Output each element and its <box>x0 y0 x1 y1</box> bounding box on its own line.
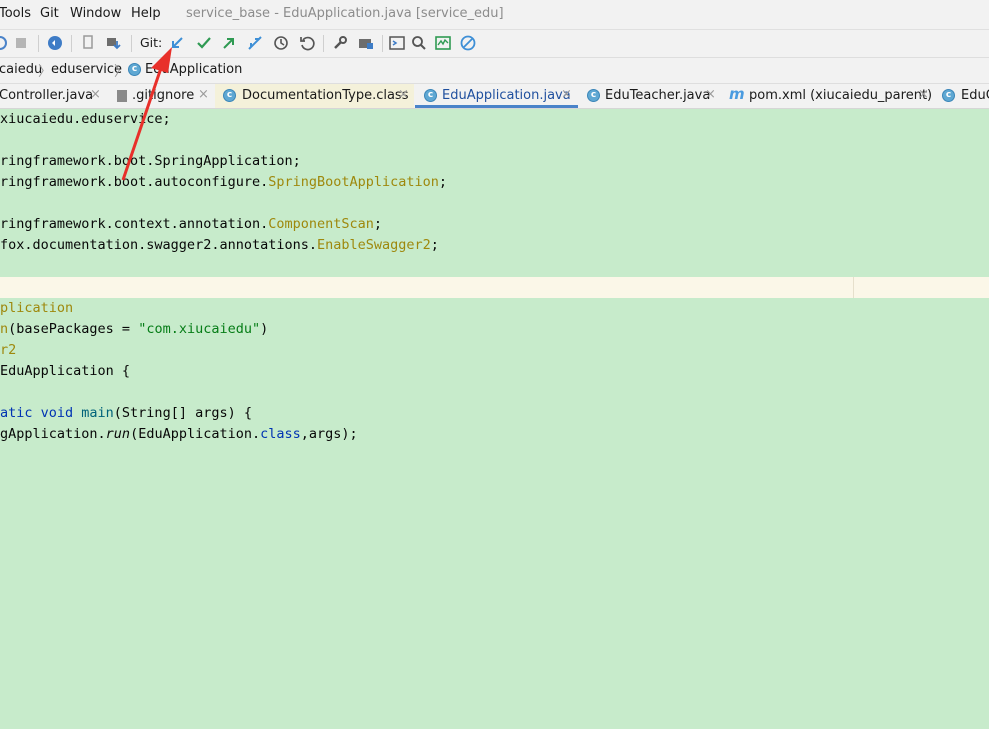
tab-label: EduTeacher.java <box>605 88 711 103</box>
code-line: fox.documentation.swagger2.annotations.E… <box>0 237 439 253</box>
deploy-icon[interactable] <box>104 33 124 53</box>
breadcrumb-item[interactable]: eduservice <box>51 62 122 77</box>
main-toolbar: Git: <box>0 30 989 58</box>
wrench-icon[interactable] <box>330 33 350 53</box>
tab-label: EduC <box>961 88 989 103</box>
breadcrumb: caiedu 〉 eduservice 〉 c EduApplication <box>0 58 989 84</box>
coverage-icon[interactable] <box>45 33 65 53</box>
maven-icon: m <box>729 85 745 103</box>
file-icon <box>117 90 127 102</box>
git-update-icon[interactable] <box>167 33 187 53</box>
close-icon[interactable]: × <box>705 87 716 102</box>
toolbar-separator <box>323 35 324 52</box>
menu-help[interactable]: Help <box>131 6 161 21</box>
toolbar-separator <box>131 35 132 52</box>
close-icon[interactable]: × <box>918 87 929 102</box>
code-line: plication <box>0 300 74 316</box>
history-icon[interactable] <box>271 33 291 53</box>
code-line: n(basePackages = "com.xiucaiedu") <box>0 321 269 337</box>
code-line: atic void main(String[] args) { <box>0 405 252 421</box>
menu-tools[interactable]: Tools <box>0 6 31 21</box>
toolbar-separator <box>71 35 72 52</box>
close-icon[interactable]: × <box>561 87 572 102</box>
run-icon[interactable] <box>0 33 10 53</box>
editor-tabs: Controller.java × .gitignore × c Documen… <box>0 84 989 109</box>
window-title: service_base - EduApplication.java [serv… <box>186 6 504 21</box>
search-icon[interactable] <box>409 33 429 53</box>
git-commit-icon[interactable] <box>194 33 214 53</box>
tab-eduteacher[interactable]: c EduTeacher.java × <box>579 84 719 108</box>
code-line: ringframework.boot.SpringApplication; <box>0 153 301 169</box>
menu-window[interactable]: Window <box>70 6 121 21</box>
project-structure-icon[interactable] <box>356 33 376 53</box>
tab-label: pom.xml (xiucaiedu_parent) <box>749 88 933 103</box>
tab-pom-xml[interactable]: m pom.xml (xiucaiedu_parent) × <box>720 84 933 108</box>
tab-label: DocumentationType.class <box>242 88 409 103</box>
code-line: gApplication.run(EduApplication.class,ar… <box>0 426 358 442</box>
class-icon: c <box>128 63 141 76</box>
git-label: Git: <box>140 35 163 50</box>
stop-icon[interactable] <box>11 33 31 53</box>
no-entry-icon[interactable] <box>458 33 478 53</box>
chevron-right-icon: 〉 <box>38 64 52 80</box>
close-icon[interactable]: × <box>90 87 101 102</box>
tab-documentationtype[interactable]: c DocumentationType.class × <box>215 84 414 108</box>
terminal-icon[interactable] <box>387 33 407 53</box>
code-editor[interactable]: xiucaiedu.eduservice; ringframework.boot… <box>0 109 989 729</box>
close-icon[interactable]: × <box>198 87 209 102</box>
class-icon: c <box>942 89 955 102</box>
current-line-highlight <box>0 277 989 298</box>
code-line: ringframework.context.annotation.Compone… <box>0 216 383 232</box>
breadcrumb-item[interactable]: EduApplication <box>145 62 242 77</box>
tab-controller[interactable]: Controller.java × <box>0 84 107 108</box>
toolbar-separator <box>38 35 39 52</box>
tab-gitignore[interactable]: .gitignore × <box>108 84 214 108</box>
monitor-icon[interactable] <box>433 33 453 53</box>
tab-educ[interactable]: c EduC <box>934 84 989 108</box>
rollback-icon[interactable] <box>297 33 317 53</box>
code-line: xiucaiedu.eduservice; <box>0 111 171 127</box>
menu-git[interactable]: Git <box>40 6 59 21</box>
class-icon: c <box>223 89 236 102</box>
code-line: ringframework.boot.autoconfigure.SpringB… <box>0 174 448 190</box>
tab-eduapplication[interactable]: c EduApplication.java × <box>415 84 578 108</box>
breadcrumb-item[interactable]: caiedu <box>0 62 42 77</box>
device-icon[interactable] <box>78 33 98 53</box>
code-line: EduApplication { <box>0 363 131 379</box>
chevron-right-icon: 〉 <box>114 64 128 80</box>
code-line: r2 <box>0 342 17 358</box>
class-icon: c <box>587 89 600 102</box>
tab-label: Controller.java <box>0 88 94 103</box>
class-icon: c <box>424 89 437 102</box>
toolbar-separator <box>382 35 383 52</box>
git-push-icon[interactable] <box>219 33 239 53</box>
tab-label: EduApplication.java <box>442 88 571 103</box>
tab-label: .gitignore <box>132 88 195 103</box>
right-margin-guide <box>853 277 854 298</box>
git-merge-icon[interactable] <box>245 33 265 53</box>
close-icon[interactable]: × <box>398 87 409 102</box>
menu-bar: Tools Git Window Help service_base - Edu… <box>0 0 989 30</box>
